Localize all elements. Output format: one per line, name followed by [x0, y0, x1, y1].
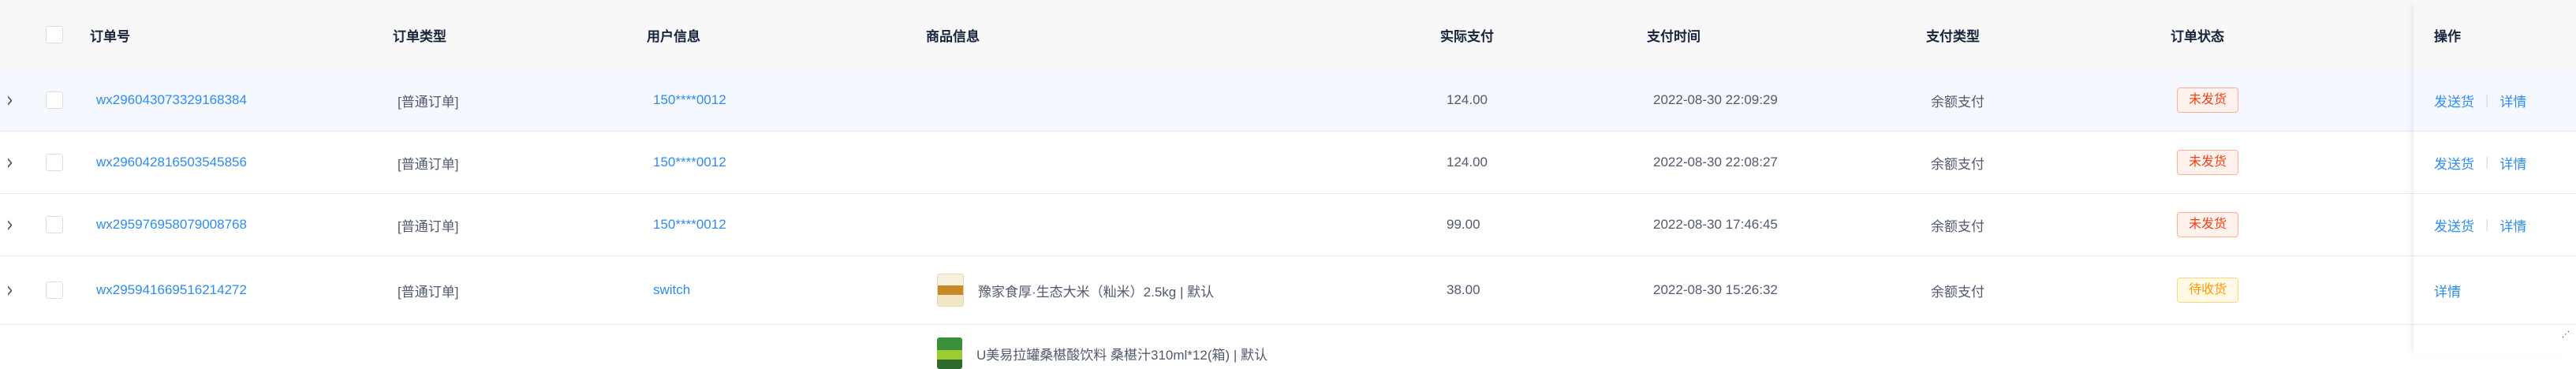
select-all-cell[interactable] — [46, 0, 63, 69]
detail-button[interactable]: 详情 — [2499, 153, 2526, 173]
col-product-info[interactable]: 商品信息 — [926, 0, 980, 69]
user-link[interactable]: 150****0012 — [653, 132, 726, 193]
expand-row-button[interactable]: › — [6, 132, 13, 193]
status-badge: 未发货 — [2177, 150, 2239, 175]
action-divider: | — [2485, 217, 2489, 232]
col-actions: 操作 — [2434, 28, 2461, 44]
col-pay-type[interactable]: 支付类型 — [1926, 0, 1980, 69]
table-row[interactable]: › wx296042816503545856 [普通订单] 150****001… — [0, 132, 2576, 194]
product-item: 豫家食厚·生态大米（籼米）2.5kg | 默认 — [937, 256, 1214, 324]
order-type: [普通订单] — [398, 156, 459, 172]
product-name: 豫家食厚·生态大米（籼米）2.5kg | 默认 — [978, 284, 1215, 300]
action-divider: | — [2485, 155, 2489, 170]
detail-button[interactable]: 详情 — [2499, 91, 2526, 110]
order-no-link[interactable]: wx296043073329168384 — [96, 69, 247, 131]
product-item: U美易拉罐桑椹酸饮料 桑椹汁310ml*12(箱) | 默认 — [937, 337, 1267, 369]
row-checkbox[interactable] — [46, 216, 63, 233]
row-checkbox[interactable] — [46, 281, 63, 299]
pay-type: 余额支付 — [1931, 218, 1984, 234]
amount: 38.00 — [1447, 282, 1480, 297]
expand-row-button[interactable]: › — [6, 69, 13, 131]
order-type: [普通订单] — [398, 284, 459, 300]
user-link[interactable]: switch — [653, 256, 690, 324]
detail-button[interactable]: 详情 — [2499, 215, 2526, 235]
table-header: 订单号 订单类型 用户信息 商品信息 实际支付 支付时间 支付类型 订单状态 操… — [0, 0, 2576, 70]
detail-button[interactable]: 详情 — [2434, 281, 2461, 300]
pay-time: 2022-08-30 17:46:45 — [1653, 217, 1778, 232]
ship-button[interactable]: 发送货 — [2434, 153, 2474, 173]
col-order-type[interactable]: 订单类型 — [393, 0, 446, 69]
col-actual-paid[interactable]: 实际支付 — [1440, 0, 1494, 69]
amount: 124.00 — [1447, 92, 1488, 107]
status-badge: 待收货 — [2177, 278, 2239, 303]
pay-time: 2022-08-30 15:26:32 — [1653, 282, 1778, 297]
order-no-link[interactable]: wx295941669516214272 — [96, 256, 247, 324]
pay-type: 余额支付 — [1931, 284, 1984, 300]
resize-grip-icon[interactable]: ⋰ — [2562, 330, 2570, 339]
row-checkbox[interactable] — [46, 154, 63, 171]
ship-button[interactable]: 发送货 — [2434, 215, 2474, 235]
table-row[interactable]: › wx295941669516214272 [普通订单] switch 豫家食… — [0, 256, 2576, 325]
col-order-no[interactable]: 订单号 — [90, 0, 130, 69]
table-row[interactable]: › wx295976958079008768 [普通订单] 150****001… — [0, 194, 2576, 256]
status-badge: 未发货 — [2177, 88, 2239, 113]
select-all-checkbox[interactable] — [46, 26, 63, 43]
expand-row-button[interactable]: › — [6, 256, 13, 324]
amount: 124.00 — [1447, 155, 1488, 170]
expand-row-button[interactable]: › — [6, 194, 13, 255]
col-user-info[interactable]: 用户信息 — [647, 0, 700, 69]
amount: 99.00 — [1447, 217, 1480, 232]
order-type: [普通订单] — [398, 94, 459, 110]
order-type: [普通订单] — [398, 218, 459, 234]
ship-button[interactable]: 发送货 — [2434, 91, 2474, 110]
user-link[interactable]: 150****0012 — [653, 194, 726, 255]
col-order-status[interactable]: 订单状态 — [2171, 0, 2224, 69]
product-image — [937, 337, 962, 369]
pay-type: 余额支付 — [1931, 156, 1984, 172]
action-divider: | — [2485, 92, 2489, 107]
table-row[interactable]: › wx296043073329168384 [普通订单] 150****001… — [0, 69, 2576, 132]
chevron-right-icon[interactable]: › — [6, 212, 13, 238]
product-name: U美易拉罐桑椹酸饮料 桑椹汁310ml*12(箱) | 默认 — [976, 347, 1268, 363]
pay-time: 2022-08-30 22:09:29 — [1653, 92, 1778, 107]
order-no-link[interactable]: wx296042816503545856 — [96, 132, 247, 193]
pay-type: 余额支付 — [1931, 94, 1984, 110]
row-checkbox[interactable] — [46, 91, 63, 109]
chevron-right-icon[interactable]: › — [6, 88, 13, 114]
order-no-link[interactable]: wx295976958079008768 — [96, 194, 247, 255]
chevron-right-icon[interactable]: › — [6, 278, 13, 304]
status-badge: 未发货 — [2177, 212, 2239, 237]
user-link[interactable]: 150****0012 — [653, 69, 726, 131]
col-pay-time[interactable]: 支付时间 — [1647, 0, 1701, 69]
pay-time: 2022-08-30 22:08:27 — [1653, 155, 1778, 170]
chevron-right-icon[interactable]: › — [6, 150, 13, 176]
product-image — [937, 274, 964, 307]
